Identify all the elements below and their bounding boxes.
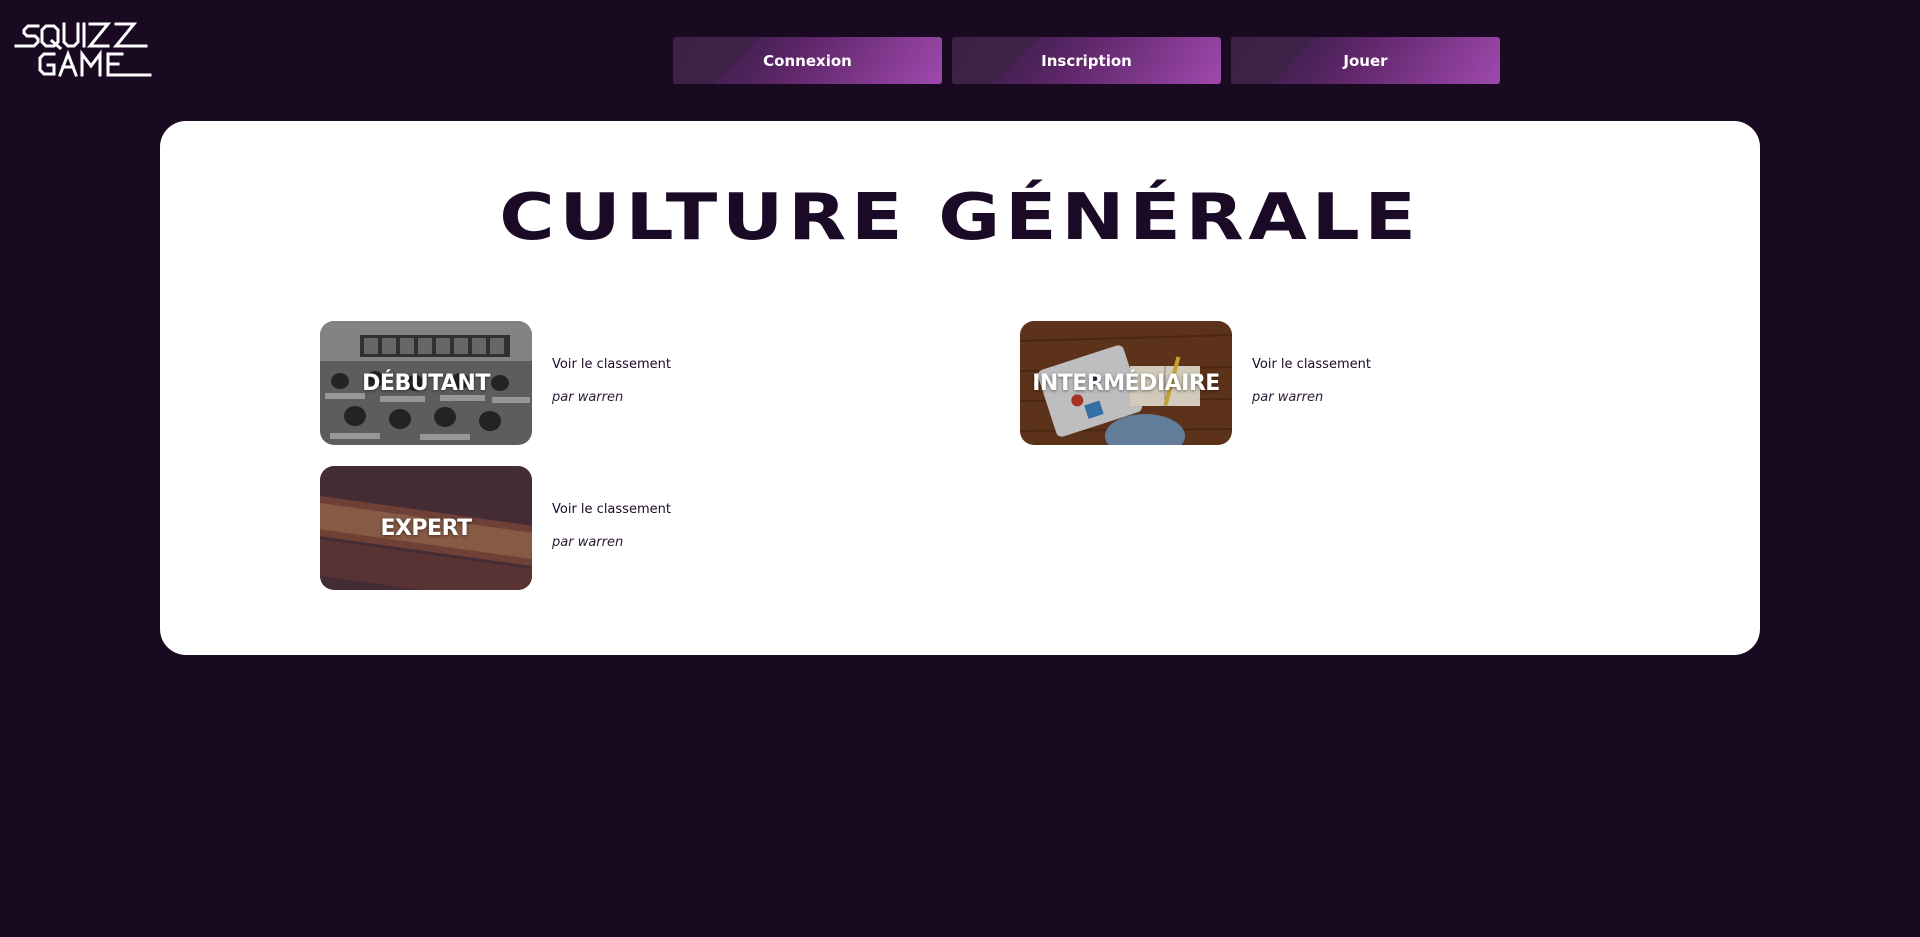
play-button[interactable]: Jouer [1231,37,1500,84]
quiz-level-label: INTERMÉDIAIRE [1032,370,1220,396]
main-nav: Connexion Inscription Jouer [673,37,1500,84]
play-button-label: Jouer [1343,51,1388,70]
quiz-meta: Voir le classement par warren [552,466,671,550]
quiz-item-expert: EXPERT Voir le classement par warren [320,466,671,590]
leaderboard-link[interactable]: Voir le classement [1252,357,1371,372]
login-button[interactable]: Connexion [673,37,942,84]
quiz-category-card: CULTURE GÉNÉRALE DÉBUTANT Voir le classe… [160,121,1760,655]
quiz-thumbnail-expert[interactable]: EXPERT [320,466,532,590]
quiz-author: par warren [552,535,624,550]
leaderboard-link[interactable]: Voir le classement [552,357,671,372]
quiz-meta: Voir le classement par warren [1252,321,1371,405]
quiz-item-intermediaire: INTERMÉDIAIRE Voir le classement par war… [1020,321,1371,445]
quiz-level-label: DÉBUTANT [362,370,490,396]
quiz-item-debutant: DÉBUTANT Voir le classement par warren [320,321,671,445]
quiz-thumbnail-intermediaire[interactable]: INTERMÉDIAIRE [1020,321,1232,445]
register-button-label: Inscription [1041,51,1132,70]
site-logo[interactable] [14,20,152,80]
quiz-meta: Voir le classement par warren [552,321,671,405]
quiz-author: par warren [552,390,624,405]
leaderboard-link[interactable]: Voir le classement [552,502,671,517]
register-button[interactable]: Inscription [952,37,1221,84]
squizz-game-logo [14,22,152,77]
page-title: CULTURE GÉNÉRALE [499,181,1421,255]
quiz-author: par warren [1252,390,1324,405]
quiz-thumbnail-debutant[interactable]: DÉBUTANT [320,321,532,445]
quiz-level-label: EXPERT [380,515,472,541]
login-button-label: Connexion [763,51,852,70]
